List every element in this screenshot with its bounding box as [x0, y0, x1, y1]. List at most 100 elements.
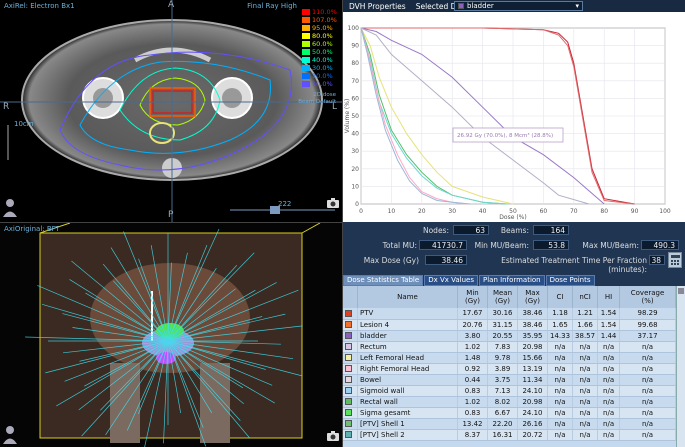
- cell-mean: 3.75: [487, 374, 518, 386]
- column-header-nci[interactable]: nCI: [572, 286, 599, 308]
- x-tick-label: 0: [359, 208, 363, 215]
- isodose-legend-item: 60.0%: [302, 40, 338, 48]
- tab-dose-points[interactable]: Dose Points: [545, 275, 595, 286]
- max-mu-label: Max MU/Beam:: [582, 241, 639, 250]
- table-row[interactable]: [PTV] Shell 1 13.42 22.20 26.16 n/a n/a n/a n/a: [343, 418, 676, 430]
- 3d-render-view[interactable]: AxiOriginal: BFT: [0, 222, 343, 447]
- cell-mean: 30.16: [487, 308, 518, 320]
- total-mu-value: 41730.7: [419, 240, 467, 250]
- table-scrollbar[interactable]: [676, 286, 685, 447]
- dvh-properties-label[interactable]: DVH Properties: [349, 2, 406, 11]
- beams-value: 164: [533, 225, 569, 235]
- y-tick-label: 20: [351, 166, 359, 173]
- table-row[interactable]: Sigma gesamt 0.83 6.67 24.10 n/a n/a n/a n/a: [343, 407, 676, 419]
- table-row[interactable]: bladder 3.80 20.55 35.95 14.33 38.57 1.44 37.17: [343, 330, 676, 342]
- table-row[interactable]: Sigmoid wall 0.83 7.13 24.10 n/a n/a n/a n/a: [343, 385, 676, 397]
- cell-hi: n/a: [597, 418, 621, 430]
- cell-cov: 37.17: [619, 330, 676, 342]
- x-tick-label: 20: [418, 208, 426, 215]
- cell-mean: 8.02: [487, 396, 518, 408]
- y-axis-label: Volume (%): [344, 99, 351, 134]
- column-header-name[interactable]: Name: [357, 286, 458, 308]
- isodose-swatch: [302, 81, 310, 87]
- table-row[interactable]: Bowel 0.44 3.75 11.34 n/a n/a n/a n/a: [343, 374, 676, 386]
- scroll-up-arrow[interactable]: [678, 288, 684, 294]
- color-column-header: [343, 286, 358, 308]
- cell-ci: n/a: [547, 352, 574, 364]
- cell-max: 38.46: [517, 308, 548, 320]
- bladder-color-swatch: [458, 3, 464, 9]
- column-header-ci[interactable]: CI: [547, 286, 574, 308]
- camera-icon[interactable]: [327, 431, 339, 441]
- tab-plan-information[interactable]: Plan Information: [478, 275, 545, 286]
- cell-min: 0.44: [457, 374, 488, 386]
- column-header-hi[interactable]: HI: [597, 286, 621, 308]
- cell-min: 0.92: [457, 363, 488, 375]
- cell-ci: n/a: [547, 341, 574, 353]
- cell-mean: 22.20: [487, 418, 518, 430]
- isodose-swatch: [302, 17, 310, 23]
- isodose-swatch: [302, 9, 310, 15]
- x-tick-label: 60: [540, 208, 548, 215]
- orient-top: A: [168, 0, 175, 10]
- cell-hi: n/a: [597, 352, 621, 364]
- cell-name: Rectal wall: [357, 396, 458, 408]
- cell-mean: 7.13: [487, 385, 518, 397]
- structure-color-swatch: [345, 398, 352, 405]
- ct-image: [0, 0, 342, 222]
- tab-dose-statistics[interactable]: Dose Statistics Table: [343, 275, 424, 286]
- tab-dx-vx-values[interactable]: Dx Vx Values: [424, 275, 478, 286]
- ct-axial-view[interactable]: AxiRel: Electron Bx1 Final Ray High A R …: [0, 0, 343, 222]
- isodose-swatch: [302, 49, 310, 55]
- cell-mean: 9.78: [487, 352, 518, 364]
- beams-label: Beams:: [500, 226, 529, 235]
- camera-icon[interactable]: [327, 198, 339, 208]
- isodose-swatch: [302, 25, 310, 31]
- table-row[interactable]: PTV 17.67 30.16 38.46 1.18 1.21 1.54 98.29: [343, 308, 676, 320]
- cell-max: 20.98: [517, 341, 548, 353]
- x-axis-label: Dose (%): [499, 214, 526, 221]
- ett-label: Estimated Treatment Time Per Fraction (m…: [501, 256, 647, 274]
- cell-max: 20.98: [517, 396, 548, 408]
- isodose-swatch: [302, 57, 310, 63]
- cell-hi: n/a: [597, 341, 621, 353]
- dvh-chart[interactable]: 0 10 20 30 40 50 60 70 80 90 100 0 10 20 30 40 50 60 70 80 9…: [343, 12, 685, 222]
- column-header-min[interactable]: Min (Gy): [457, 286, 488, 308]
- dvh-toolbar: DVH Properties Selected DVH: bladder ▾: [343, 0, 685, 12]
- column-header-mean[interactable]: Mean (Gy): [487, 286, 518, 308]
- table-row[interactable]: Lesion 4 20.76 31.15 38.46 1.65 1.66 1.54 99.68: [343, 319, 676, 331]
- table-row[interactable]: [PTV] Shell 2 8.37 16.31 20.72 n/a n/a n/a n/a: [343, 429, 676, 441]
- cell-cov: n/a: [619, 363, 676, 375]
- patient-orientation-icon[interactable]: [2, 198, 18, 218]
- plan-summary: Nodes: 63 Beams: 164 Total MU: 41730.7 M…: [343, 222, 685, 274]
- selected-dvh-value: bladder: [467, 2, 494, 10]
- nodes-label: Nodes:: [422, 226, 449, 235]
- cell-ci: 1.18: [547, 308, 574, 320]
- table-row[interactable]: Rectum 1.02 7.83 20.98 n/a n/a n/a n/a: [343, 341, 676, 353]
- table-row[interactable]: Right Femoral Head 0.92 3.89 13.19 n/a n/a n/a…: [343, 363, 676, 375]
- isodose-swatch: [302, 33, 310, 39]
- selected-dvh-dropdown[interactable]: bladder ▾: [454, 1, 583, 11]
- cell-mean: 3.89: [487, 363, 518, 375]
- isodose-label: 30.0%: [312, 64, 333, 72]
- calculator-icon[interactable]: [668, 252, 682, 268]
- cell-hi: n/a: [597, 363, 621, 375]
- isodose-legend-item: 50.0%: [302, 48, 338, 56]
- isodose-label: 40.0%: [312, 56, 333, 64]
- column-header-coverage[interactable]: Coverage (%): [619, 286, 676, 308]
- isodose-label: 10.0%: [312, 80, 333, 88]
- patient-orientation-icon[interactable]: [2, 425, 18, 445]
- cell-name: Rectum: [357, 341, 458, 353]
- overlay-note-2: Beam Default: [298, 99, 336, 105]
- column-header-max[interactable]: Max (Gy): [517, 286, 548, 308]
- cell-color: [343, 385, 358, 397]
- isodose-swatch: [302, 41, 310, 47]
- table-row[interactable]: Left Femoral Head 1.48 9.78 15.66 n/a n/a n/a n…: [343, 352, 676, 364]
- cell-color: [343, 341, 358, 353]
- cell-nci: 1.66: [572, 319, 599, 331]
- table-row[interactable]: Rectal wall 1.02 8.02 20.98 n/a n/a n/a n/a: [343, 396, 676, 408]
- cell-hi: 1.44: [597, 330, 621, 342]
- table-header-row: Name Min (Gy) Mean (Gy) Max (Gy) CI nCI …: [343, 286, 676, 308]
- cell-name: [PTV] Shell 1: [357, 418, 458, 430]
- cell-name: [PTV] Shell 2: [357, 429, 458, 441]
